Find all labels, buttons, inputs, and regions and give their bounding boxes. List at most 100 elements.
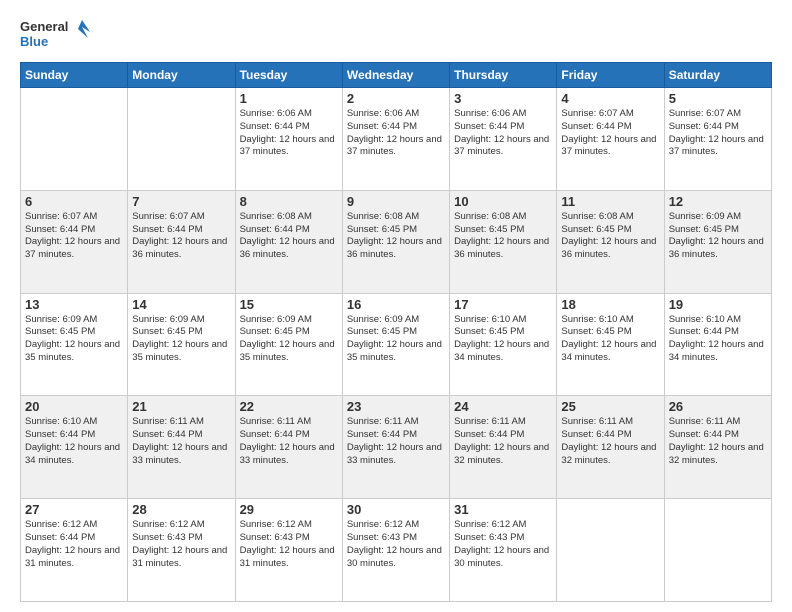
day-info: Sunrise: 6:10 AMSunset: 6:45 PMDaylight:… xyxy=(561,314,659,365)
day-number: 16 xyxy=(347,297,445,312)
day-info: Sunrise: 6:07 AMSunset: 6:44 PMDaylight:… xyxy=(669,108,767,159)
day-number: 7 xyxy=(132,194,230,209)
weekday-header-row: SundayMondayTuesdayWednesdayThursdayFrid… xyxy=(21,63,772,88)
calendar-cell: 5 Sunrise: 6:07 AMSunset: 6:44 PMDaylight… xyxy=(664,88,771,191)
calendar-week-row: 13 Sunrise: 6:09 AMSunset: 6:45 PMDayligh… xyxy=(21,293,772,396)
calendar-cell: 16 Sunrise: 6:09 AMSunset: 6:45 PMDayligh… xyxy=(342,293,449,396)
calendar-cell: 8 Sunrise: 6:08 AMSunset: 6:44 PMDaylight… xyxy=(235,190,342,293)
calendar-cell: 27 Sunrise: 6:12 AMSunset: 6:44 PMDayligh… xyxy=(21,499,128,602)
day-info: Sunrise: 6:12 AMSunset: 6:44 PMDaylight:… xyxy=(25,519,123,570)
day-number: 14 xyxy=(132,297,230,312)
day-info: Sunrise: 6:06 AMSunset: 6:44 PMDaylight:… xyxy=(240,108,338,159)
day-number: 2 xyxy=(347,91,445,106)
day-number: 28 xyxy=(132,502,230,517)
calendar-week-row: 20Sunrise: 6:10 AMSunset: 6:44 PMDayligh… xyxy=(21,396,772,499)
day-info: Sunrise: 6:12 AMSunset: 6:43 PMDaylight:… xyxy=(240,519,338,570)
logo-svg: General Blue xyxy=(20,16,90,52)
day-info: Sunrise: 6:11 AMSunset: 6:44 PMDaylight:… xyxy=(669,416,767,467)
day-number: 1 xyxy=(240,91,338,106)
day-number: 10 xyxy=(454,194,552,209)
calendar-cell: 25Sunrise: 6:11 AMSunset: 6:44 PMDayligh… xyxy=(557,396,664,499)
calendar-cell: 15 Sunrise: 6:09 AMSunset: 6:45 PMDayligh… xyxy=(235,293,342,396)
calendar-cell: 2 Sunrise: 6:06 AMSunset: 6:44 PMDaylight… xyxy=(342,88,449,191)
day-number: 5 xyxy=(669,91,767,106)
svg-text:General: General xyxy=(20,19,68,34)
day-number: 29 xyxy=(240,502,338,517)
day-number: 13 xyxy=(25,297,123,312)
calendar-cell xyxy=(557,499,664,602)
calendar-cell: 17 Sunrise: 6:10 AMSunset: 6:45 PMDayligh… xyxy=(450,293,557,396)
weekday-header: Tuesday xyxy=(235,63,342,88)
calendar-cell: 12 Sunrise: 6:09 AMSunset: 6:45 PMDayligh… xyxy=(664,190,771,293)
day-info: Sunrise: 6:12 AMSunset: 6:43 PMDaylight:… xyxy=(347,519,445,570)
day-info: Sunrise: 6:06 AMSunset: 6:44 PMDaylight:… xyxy=(347,108,445,159)
calendar-table: SundayMondayTuesdayWednesdayThursdayFrid… xyxy=(20,62,772,602)
day-info: Sunrise: 6:09 AMSunset: 6:45 PMDaylight:… xyxy=(240,314,338,365)
header: General Blue xyxy=(20,16,772,52)
day-number: 8 xyxy=(240,194,338,209)
day-info: Sunrise: 6:08 AMSunset: 6:44 PMDaylight:… xyxy=(240,211,338,262)
day-number: 30 xyxy=(347,502,445,517)
calendar-cell: 29 Sunrise: 6:12 AMSunset: 6:43 PMDayligh… xyxy=(235,499,342,602)
day-number: 27 xyxy=(25,502,123,517)
day-info: Sunrise: 6:09 AMSunset: 6:45 PMDaylight:… xyxy=(347,314,445,365)
day-number: 6 xyxy=(25,194,123,209)
calendar-cell: 19 Sunrise: 6:10 AMSunset: 6:44 PMDayligh… xyxy=(664,293,771,396)
day-info: Sunrise: 6:10 AMSunset: 6:45 PMDaylight:… xyxy=(454,314,552,365)
weekday-header: Thursday xyxy=(450,63,557,88)
calendar-week-row: 27 Sunrise: 6:12 AMSunset: 6:44 PMDayligh… xyxy=(21,499,772,602)
calendar-cell: 13 Sunrise: 6:09 AMSunset: 6:45 PMDayligh… xyxy=(21,293,128,396)
day-info: Sunrise: 6:11 AMSunset: 6:44 PMDaylight:… xyxy=(132,416,230,467)
day-number: 22 xyxy=(240,399,338,414)
day-number: 21 xyxy=(132,399,230,414)
day-number: 17 xyxy=(454,297,552,312)
day-number: 11 xyxy=(561,194,659,209)
day-info: Sunrise: 6:09 AMSunset: 6:45 PMDaylight:… xyxy=(669,211,767,262)
svg-text:Blue: Blue xyxy=(20,34,48,49)
day-number: 24 xyxy=(454,399,552,414)
calendar-cell xyxy=(128,88,235,191)
logo: General Blue xyxy=(20,16,90,52)
day-number: 15 xyxy=(240,297,338,312)
day-info: Sunrise: 6:07 AMSunset: 6:44 PMDaylight:… xyxy=(25,211,123,262)
day-number: 23 xyxy=(347,399,445,414)
day-number: 12 xyxy=(669,194,767,209)
calendar-cell: 14Sunrise: 6:09 AMSunset: 6:45 PMDayligh… xyxy=(128,293,235,396)
day-number: 4 xyxy=(561,91,659,106)
calendar-cell: 22Sunrise: 6:11 AMSunset: 6:44 PMDayligh… xyxy=(235,396,342,499)
day-info: Sunrise: 6:08 AMSunset: 6:45 PMDaylight:… xyxy=(454,211,552,262)
page: General Blue SundayMondayTuesdayWednesda… xyxy=(0,0,792,612)
calendar-cell: 21 Sunrise: 6:11 AMSunset: 6:44 PMDayligh… xyxy=(128,396,235,499)
calendar-week-row: 6 Sunrise: 6:07 AMSunset: 6:44 PMDaylight… xyxy=(21,190,772,293)
calendar-cell: 1 Sunrise: 6:06 AMSunset: 6:44 PMDaylight… xyxy=(235,88,342,191)
day-number: 3 xyxy=(454,91,552,106)
day-number: 25 xyxy=(561,399,659,414)
calendar-cell: 3 Sunrise: 6:06 AMSunset: 6:44 PMDaylight… xyxy=(450,88,557,191)
day-info: Sunrise: 6:11 AMSunset: 6:44 PMDaylight:… xyxy=(347,416,445,467)
calendar-cell: 9Sunrise: 6:08 AMSunset: 6:45 PMDaylight… xyxy=(342,190,449,293)
calendar-cell: 7 Sunrise: 6:07 AMSunset: 6:44 PMDaylight… xyxy=(128,190,235,293)
day-info: Sunrise: 6:09 AMSunset: 6:45 PMDaylight:… xyxy=(25,314,123,365)
day-info: Sunrise: 6:11 AMSunset: 6:44 PMDaylight:… xyxy=(454,416,552,467)
calendar-cell: 23 Sunrise: 6:11 AMSunset: 6:44 PMDayligh… xyxy=(342,396,449,499)
day-number: 19 xyxy=(669,297,767,312)
calendar-cell: 18Sunrise: 6:10 AMSunset: 6:45 PMDayligh… xyxy=(557,293,664,396)
day-info: Sunrise: 6:07 AMSunset: 6:44 PMDaylight:… xyxy=(132,211,230,262)
weekday-header: Sunday xyxy=(21,63,128,88)
weekday-header: Saturday xyxy=(664,63,771,88)
calendar-cell: 26Sunrise: 6:11 AMSunset: 6:44 PMDayligh… xyxy=(664,396,771,499)
day-info: Sunrise: 6:06 AMSunset: 6:44 PMDaylight:… xyxy=(454,108,552,159)
day-info: Sunrise: 6:10 AMSunset: 6:44 PMDaylight:… xyxy=(669,314,767,365)
day-info: Sunrise: 6:12 AMSunset: 6:43 PMDaylight:… xyxy=(454,519,552,570)
day-number: 9 xyxy=(347,194,445,209)
calendar-cell: 4 Sunrise: 6:07 AMSunset: 6:44 PMDaylight… xyxy=(557,88,664,191)
calendar-cell: 6 Sunrise: 6:07 AMSunset: 6:44 PMDaylight… xyxy=(21,190,128,293)
calendar-cell: 10 Sunrise: 6:08 AMSunset: 6:45 PMDayligh… xyxy=(450,190,557,293)
calendar-week-row: 1 Sunrise: 6:06 AMSunset: 6:44 PMDaylight… xyxy=(21,88,772,191)
day-info: Sunrise: 6:10 AMSunset: 6:44 PMDaylight:… xyxy=(25,416,123,467)
day-info: Sunrise: 6:07 AMSunset: 6:44 PMDaylight:… xyxy=(561,108,659,159)
calendar-cell xyxy=(21,88,128,191)
day-info: Sunrise: 6:08 AMSunset: 6:45 PMDaylight:… xyxy=(561,211,659,262)
calendar-cell: 20Sunrise: 6:10 AMSunset: 6:44 PMDayligh… xyxy=(21,396,128,499)
calendar-cell: 24 Sunrise: 6:11 AMSunset: 6:44 PMDayligh… xyxy=(450,396,557,499)
